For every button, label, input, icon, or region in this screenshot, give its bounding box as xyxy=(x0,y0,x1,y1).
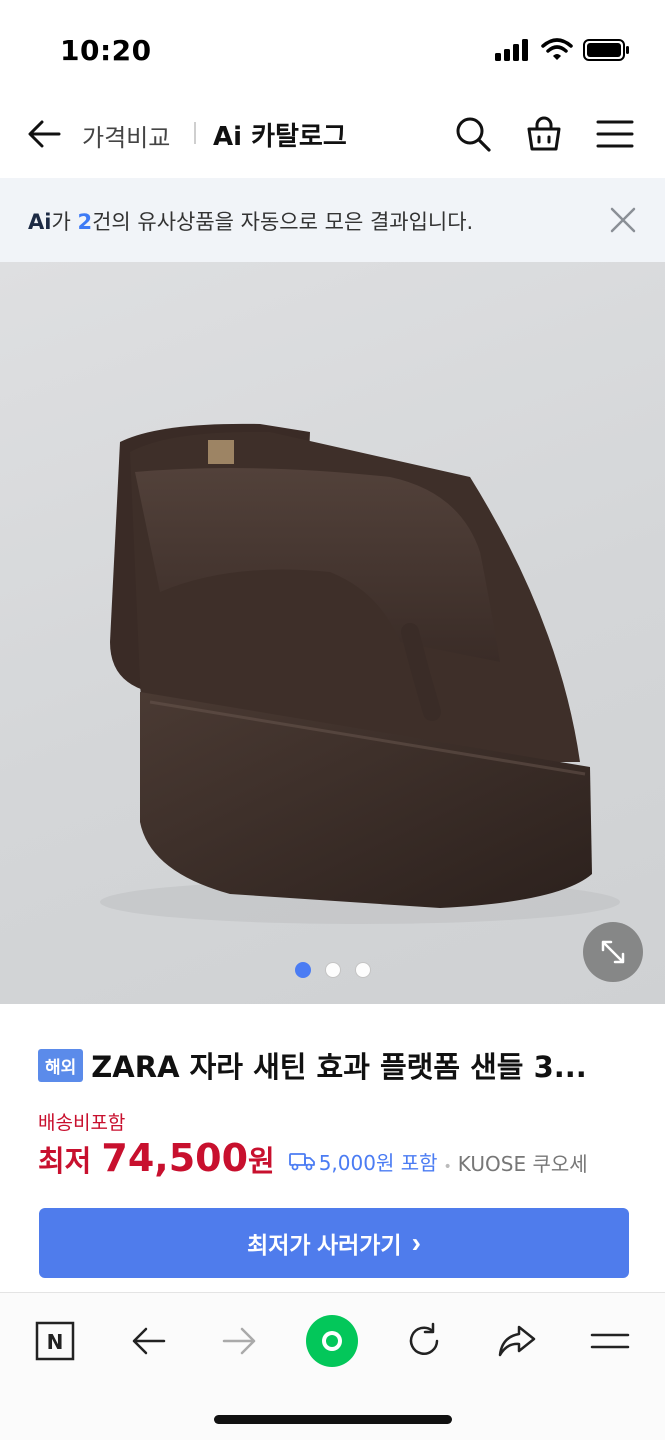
battery-icon xyxy=(583,39,629,61)
cellular-signal-icon xyxy=(495,39,528,61)
shipping-included-label: 배송비포함 xyxy=(38,1112,126,1134)
back-arrow-icon xyxy=(28,120,61,148)
ai-banner-text-part2: 건의 유사상품을 자동으로 모은 결과입니다. xyxy=(92,210,474,234)
product-title[interactable]: ZARA 자라 새틴 효과 플랫폼 샌들 3... xyxy=(91,1044,587,1086)
carousel-indicator xyxy=(0,962,665,978)
ai-info-banner: Ai가 2건의 유사상품을 자동으로 모은 결과입니다. xyxy=(0,178,665,262)
delivery-truck-icon xyxy=(288,1153,315,1171)
share-icon xyxy=(498,1325,536,1357)
toolbar-forward-button[interactable] xyxy=(212,1313,268,1369)
search-icon xyxy=(456,117,491,152)
browser-toolbar: N xyxy=(0,1292,665,1440)
expand-image-button[interactable] xyxy=(583,922,643,982)
refresh-button[interactable] xyxy=(396,1313,452,1369)
shopping-basket-icon xyxy=(527,116,561,151)
forward-arrow-icon xyxy=(222,1327,256,1355)
lowest-price-label: 최저 xyxy=(38,1144,92,1178)
hamburger-menu-icon xyxy=(596,120,634,148)
ai-banner-text-part1: 가 xyxy=(51,210,78,234)
overseas-badge: 해외 xyxy=(38,1048,84,1082)
toolbar-back-button[interactable] xyxy=(120,1313,176,1369)
price-row: 최저 74,500 원 5,000원 포함 • KUOSE 쿠오세 xyxy=(38,1136,588,1180)
toolbar-menu-button[interactable] xyxy=(582,1313,638,1369)
status-time: 10:20 xyxy=(60,34,152,67)
green-dot-icon xyxy=(306,1315,358,1367)
seller-separator: • xyxy=(443,1159,452,1175)
buy-lowest-price-button[interactable]: 최저가 사러가기 › xyxy=(39,1208,629,1278)
banner-close-button[interactable] xyxy=(609,206,637,234)
product-title-row: 해외 ZARA 자라 새틴 효과 플랫폼 샌들 3... xyxy=(38,1044,638,1086)
menu-button[interactable] xyxy=(593,112,637,156)
buy-button-label: 최저가 사러가기 xyxy=(247,1232,402,1258)
price-value: 74,500 xyxy=(101,1136,249,1180)
product-photo xyxy=(100,423,620,924)
carousel-dot-1[interactable] xyxy=(294,962,311,978)
chevron-right-icon: › xyxy=(411,1227,421,1258)
naver-home-button[interactable]: N xyxy=(27,1313,83,1369)
expand-icon xyxy=(601,940,625,964)
back-button[interactable] xyxy=(24,114,64,154)
price-unit: 원 xyxy=(248,1144,275,1178)
product-image-carousel[interactable] xyxy=(0,262,665,1004)
carousel-dot-2[interactable] xyxy=(324,962,341,978)
shipping-fee-text: 5,000원 포함 xyxy=(318,1150,438,1175)
page-title: Ai 카탈로그 xyxy=(213,122,347,152)
top-header: 가격비교 Ai 카탈로그 xyxy=(0,100,665,178)
refresh-icon xyxy=(409,1322,439,1355)
breadcrumb-price-compare[interactable]: 가격비교 xyxy=(82,118,170,153)
carousel-dot-3[interactable] xyxy=(354,962,371,978)
cart-button[interactable] xyxy=(522,112,566,156)
shipping-fee-info: 5,000원 포함 xyxy=(288,1147,438,1176)
share-button[interactable] xyxy=(489,1313,545,1369)
breadcrumb-divider xyxy=(194,122,196,144)
similar-product-count: 2 xyxy=(77,210,93,234)
close-icon xyxy=(610,207,636,233)
product-info-section: 해외 ZARA 자라 새틴 효과 플랫폼 샌들 3... 배송비포함 최저 74… xyxy=(0,1004,665,1294)
ai-banner-text: Ai가 2건의 유사상품을 자동으로 모은 결과입니다. xyxy=(28,206,473,236)
naver-n-icon: N xyxy=(35,1321,75,1361)
menu-icon xyxy=(590,1333,630,1349)
naver-n-label: N xyxy=(47,1330,64,1354)
ai-logo: Ai xyxy=(28,210,52,234)
back-arrow-icon xyxy=(132,1327,166,1355)
status-icons xyxy=(495,38,631,62)
wifi-icon xyxy=(541,38,573,60)
home-indicator[interactable] xyxy=(214,1415,452,1424)
status-bar: 10:20 xyxy=(0,0,665,100)
seller-name[interactable]: KUOSE 쿠오세 xyxy=(458,1148,588,1177)
naver-green-dot-button[interactable] xyxy=(304,1313,360,1369)
search-button[interactable] xyxy=(451,112,495,156)
